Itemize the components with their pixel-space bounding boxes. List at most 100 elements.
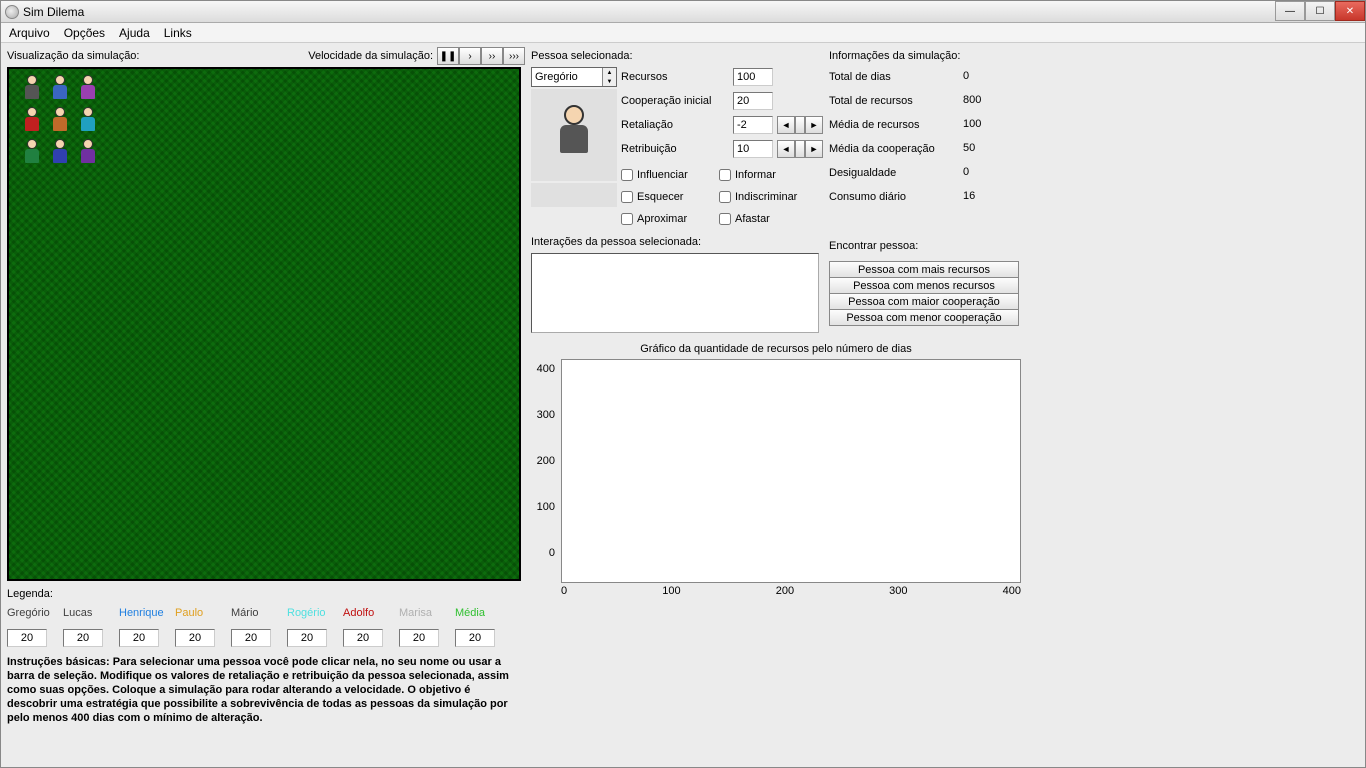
sim-sprite[interactable] (75, 139, 101, 169)
chart-plot (561, 359, 1021, 583)
check-influenciar[interactable]: Influenciar (621, 165, 711, 185)
simulation-view[interactable] (7, 67, 521, 581)
menu-links[interactable]: Links (164, 26, 192, 40)
sim-sprite[interactable] (19, 139, 45, 169)
retrib-up-button[interactable]: ► (805, 140, 823, 158)
check-aproximar[interactable]: Aproximar (621, 209, 711, 229)
titlebar: Sim Dilema — ☐ ✕ (1, 1, 1365, 23)
y-tick: 400 (537, 363, 555, 375)
speed-label: Velocidade da simulação: (308, 47, 433, 65)
media-coop-value: 50 (959, 140, 1003, 158)
recursos-value: 100 (733, 68, 773, 86)
check-afastar[interactable]: Afastar (719, 209, 809, 229)
retrib-label: Retribuição (621, 143, 729, 155)
top-right-panels: Pessoa selecionada: Gregório ▲ ▼ (531, 47, 1021, 229)
menubar: Arquivo Opções Ajuda Links (1, 23, 1365, 43)
speed-1-button[interactable]: › (459, 47, 481, 65)
x-tick: 200 (776, 585, 794, 597)
legend-name: Paulo (175, 607, 231, 623)
legend-item[interactable]: Média20 (455, 607, 511, 647)
sim-sprite[interactable] (47, 139, 73, 169)
total-rec-value: 800 (959, 92, 1003, 110)
menu-arquivo[interactable]: Arquivo (9, 26, 50, 40)
legend-item[interactable]: Lucas20 (63, 607, 119, 647)
check-esquecer-label: Esquecer (637, 191, 683, 203)
legend-value: 20 (231, 629, 271, 647)
legend-name: Henrique (119, 607, 175, 623)
legend-name: Média (455, 607, 511, 623)
person-name-select[interactable]: Gregório ▲ ▼ (531, 67, 617, 87)
retrib-down-button[interactable]: ◄ (777, 140, 795, 158)
legend-item[interactable]: Mário 20 (231, 607, 287, 647)
chart-box: 4003002001000 (531, 359, 1021, 583)
maximize-button[interactable]: ☐ (1305, 1, 1335, 21)
content: Visualização da simulação: Velocidade da… (1, 43, 1365, 767)
speed-controls: ❚❚ › ›› ››› (437, 47, 525, 65)
legend-value: 20 (399, 629, 439, 647)
person-name-value: Gregório (535, 71, 578, 83)
person-avatar-col: Gregório ▲ ▼ (531, 67, 617, 229)
minimize-button[interactable]: — (1275, 1, 1305, 21)
right-column: Pessoa selecionada: Gregório ▲ ▼ (531, 47, 1021, 763)
legend-item[interactable]: Henrique20 (119, 607, 175, 647)
find-menor-coop-button[interactable]: Pessoa com menor cooperação (829, 309, 1019, 326)
legend-item[interactable]: Adolfo20 (343, 607, 399, 647)
find-maior-coop-button[interactable]: Pessoa com maior cooperação (829, 293, 1019, 310)
check-informar-label: Informar (735, 169, 776, 181)
close-button[interactable]: ✕ (1335, 1, 1365, 21)
sim-sprite[interactable] (19, 75, 45, 105)
chart-title: Gráfico da quantidade de recursos pelo n… (531, 343, 1021, 359)
sim-sprite[interactable] (19, 107, 45, 137)
chart-x-axis: 0100200300400 (561, 583, 1021, 597)
interactions-box[interactable] (531, 253, 819, 333)
retal-value[interactable]: -2 (733, 116, 773, 134)
speed-2-button[interactable]: ›› (481, 47, 503, 65)
check-indiscriminar[interactable]: Indiscriminar (719, 187, 809, 207)
media-coop-label: Média da cooperação (829, 143, 959, 155)
name-spin-up-icon[interactable]: ▲ (602, 68, 616, 77)
menu-opcoes[interactable]: Opções (64, 26, 105, 40)
legend-item[interactable]: Marisa 20 (399, 607, 455, 647)
consumo-label: Consumo diário (829, 191, 959, 203)
retrib-value[interactable]: 10 (733, 140, 773, 158)
window-controls: — ☐ ✕ (1275, 1, 1365, 21)
name-spin-down-icon[interactable]: ▼ (602, 77, 616, 86)
sim-sprite[interactable] (75, 75, 101, 105)
retal-track[interactable] (795, 116, 805, 134)
legend-name: Marisa (399, 607, 455, 623)
sim-sprite[interactable] (47, 75, 73, 105)
legend-value: 20 (7, 629, 47, 647)
retrib-track[interactable] (795, 140, 805, 158)
sim-sprite[interactable] (47, 107, 73, 137)
menu-ajuda[interactable]: Ajuda (119, 26, 150, 40)
legend-name: Adolfo (343, 607, 399, 623)
find-label: Encontrar pessoa: (829, 237, 1021, 255)
speed-3-button[interactable]: ››› (503, 47, 525, 65)
x-tick: 400 (1003, 585, 1021, 597)
y-tick: 300 (537, 409, 555, 421)
find-mais-recursos-button[interactable]: Pessoa com mais recursos (829, 261, 1019, 278)
interactions-find-row: Interações da pessoa selecionada: Encont… (531, 233, 1021, 333)
y-tick: 100 (537, 501, 555, 513)
legend-name: Lucas (63, 607, 119, 623)
total-rec-label: Total de recursos (829, 95, 959, 107)
sim-header-row: Visualização da simulação: Velocidade da… (7, 47, 525, 65)
check-aproximar-label: Aproximar (637, 213, 687, 225)
retal-up-button[interactable]: ► (805, 116, 823, 134)
sim-sprite[interactable] (75, 107, 101, 137)
find-menos-recursos-button[interactable]: Pessoa com menos recursos (829, 277, 1019, 294)
legend-item[interactable]: Rogério20 (287, 607, 343, 647)
sim-info-panel: Informações da simulação: Total de dias0… (829, 47, 1021, 229)
legend-name: Mário (231, 607, 287, 623)
pause-button[interactable]: ❚❚ (437, 47, 459, 65)
legend-item[interactable]: Gregório20 (7, 607, 63, 647)
chart-y-axis: 4003002001000 (531, 359, 561, 583)
legend-item[interactable]: Paulo20 (175, 607, 231, 647)
coop-label: Cooperação inicial (621, 95, 729, 107)
check-informar[interactable]: Informar (719, 165, 809, 185)
check-esquecer[interactable]: Esquecer (621, 187, 711, 207)
check-afastar-label: Afastar (735, 213, 770, 225)
sim-info-label: Informações da simulação: (829, 47, 1021, 65)
retal-down-button[interactable]: ◄ (777, 116, 795, 134)
interactions-label: Interações da pessoa selecionada: (531, 233, 823, 251)
